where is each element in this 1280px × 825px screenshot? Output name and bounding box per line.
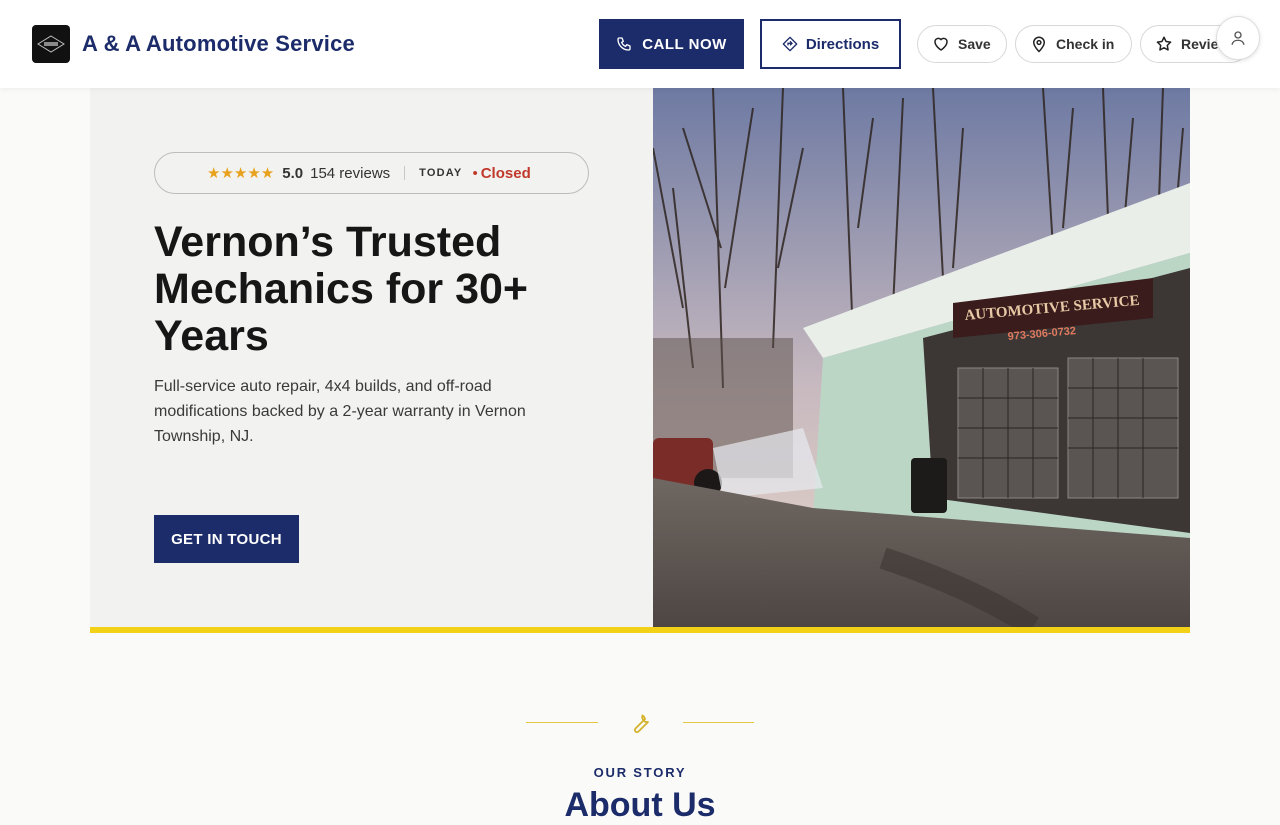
user-icon	[1231, 31, 1245, 45]
accent-bar	[90, 627, 1190, 633]
directions-icon	[782, 36, 798, 52]
brand-name[interactable]: A & A Automotive Service	[82, 31, 355, 57]
check-in-label: Check in	[1056, 36, 1115, 52]
hero-title: Vernon’s Trusted Mechanics for 30+ Years	[154, 218, 529, 360]
shop-photo: AUTOMOTIVE SERVICE 973-306-0732	[653, 88, 1190, 627]
divider-right	[683, 722, 754, 723]
star-icon	[1156, 36, 1172, 51]
directions-label: Directions	[805, 35, 880, 53]
call-now-button[interactable]: CALL NOW	[599, 19, 744, 69]
heart-icon	[934, 37, 948, 51]
rating-score: 5.0	[282, 164, 304, 182]
save-button[interactable]: Save	[917, 25, 1007, 63]
review-count: 154 reviews	[310, 164, 391, 182]
today-label: TODAY	[419, 167, 463, 179]
divider	[404, 166, 406, 180]
section-eyebrow: OUR STORY	[593, 765, 687, 780]
check-in-button[interactable]: Check in	[1015, 25, 1132, 63]
directions-button[interactable]: Directions	[760, 19, 901, 69]
logo[interactable]	[32, 25, 70, 63]
rating-summary[interactable]: ★★★★★ 5.0 154 reviews TODAY • Closed	[154, 152, 589, 194]
logo-emblem-icon	[37, 35, 65, 53]
open-status: Closed	[480, 164, 531, 182]
site-header: A & A Automotive Service CALL NOW Direct…	[0, 0, 1280, 88]
status-dot-icon: •	[472, 164, 478, 182]
rating-stars: ★★★★★	[207, 165, 275, 182]
save-label: Save	[958, 36, 991, 52]
divider-left	[526, 722, 598, 723]
phone-icon	[617, 37, 631, 51]
get-in-touch-button[interactable]: GET IN TOUCH	[154, 515, 299, 563]
hero-subtitle: Full-service auto repair, 4x4 builds, an…	[154, 378, 526, 445]
location-pin-icon	[1032, 36, 1046, 53]
section-title: About Us	[564, 786, 716, 824]
account-button[interactable]	[1216, 16, 1260, 60]
get-in-touch-label: GET IN TOUCH	[171, 530, 282, 548]
call-now-label: CALL NOW	[642, 35, 727, 53]
wrench-icon	[634, 714, 649, 733]
